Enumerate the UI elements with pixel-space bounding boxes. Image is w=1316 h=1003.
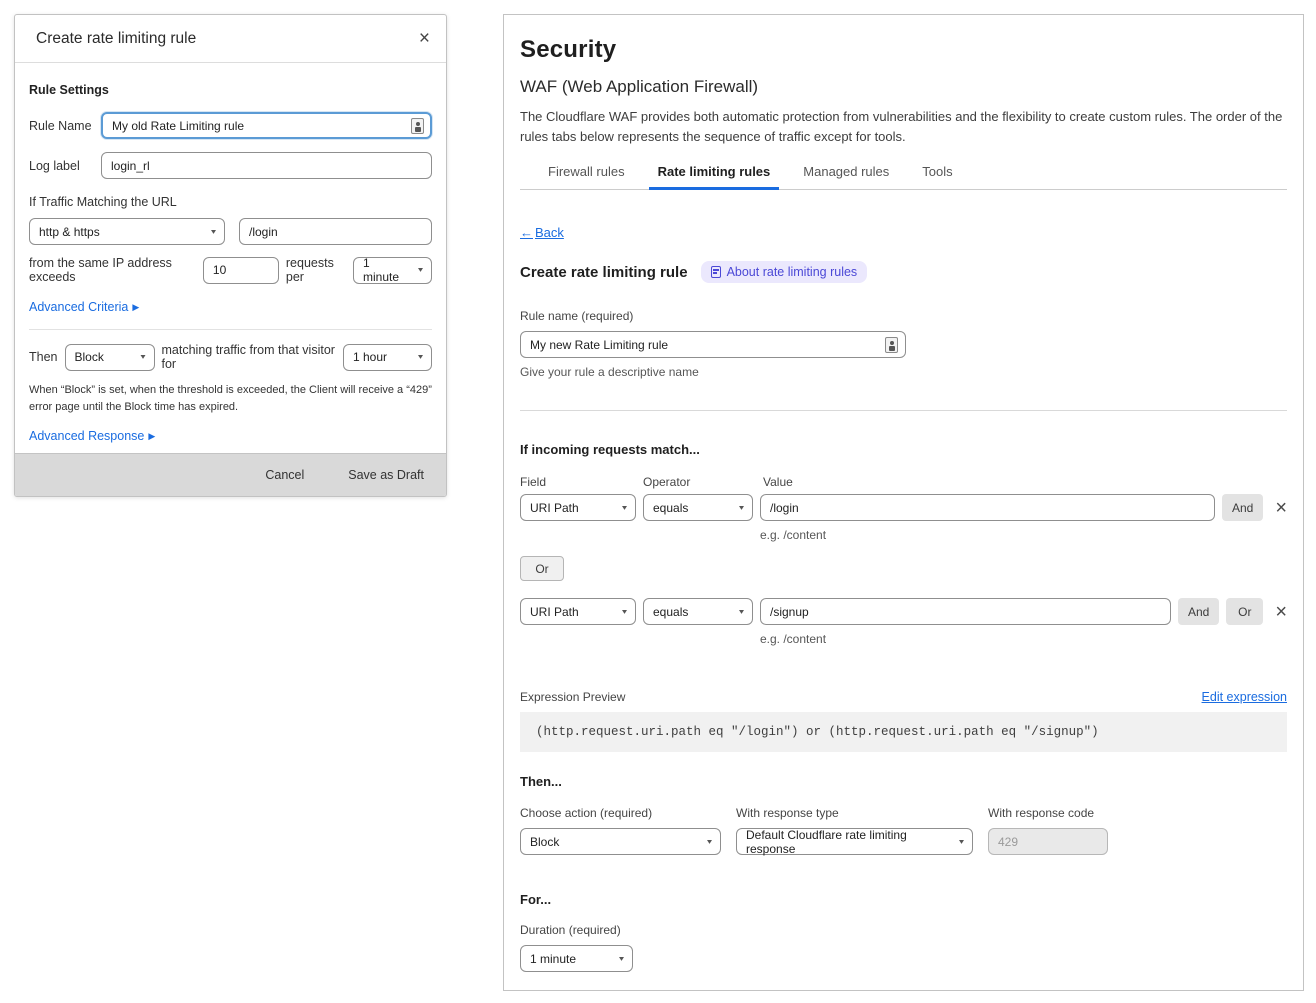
field-select[interactable]: URI Path ▾ (520, 494, 636, 521)
field-select[interactable]: URI Path ▾ (520, 598, 636, 625)
then-row: Then Block ▾ matching traffic from that … (29, 343, 432, 371)
period-select[interactable]: 1 minute ▾ (353, 257, 432, 284)
threshold-input[interactable] (203, 257, 279, 284)
match-heading: If incoming requests match... (520, 442, 1287, 457)
response-code-label: With response code (988, 806, 1108, 820)
threshold-row: from the same IP address exceeds request… (29, 256, 432, 284)
tab-firewall-rules[interactable]: Firewall rules (548, 164, 625, 189)
choose-action-label: Choose action (required) (520, 806, 721, 820)
chevron-down-icon: ▾ (418, 353, 423, 362)
back-arrow-icon: ← (520, 225, 533, 240)
response-type-label: With response type (736, 806, 973, 820)
modal-body: Rule Settings Rule Name Log label If Tra… (15, 83, 446, 490)
modal-footer: Cancel Save as Draft (15, 453, 446, 496)
operator-column-label: Operator (643, 475, 763, 489)
tabs-bar: Firewall rules Rate limiting rules Manag… (520, 164, 1287, 190)
response-type-select[interactable]: Default Cloudflare rate limiting respons… (736, 828, 973, 855)
or-connector-button[interactable]: Or (520, 556, 564, 581)
chevron-down-icon: ▾ (707, 837, 712, 846)
log-label-input[interactable] (101, 152, 432, 179)
value-hint: e.g. /content (760, 632, 1287, 646)
threshold-middle: requests per (286, 256, 346, 284)
action-select[interactable]: Block ▾ (65, 344, 155, 371)
create-rate-limit-modal: Create rate limiting rule × Rule Setting… (14, 14, 447, 497)
edit-expression-link[interactable]: Edit expression (1202, 690, 1287, 704)
modal-titlebar: Create rate limiting rule × (15, 15, 446, 63)
advanced-criteria-link[interactable]: Advanced Criteria ▶ (29, 300, 139, 314)
page-subtitle: WAF (Web Application Firewall) (520, 77, 1287, 97)
divider (29, 329, 432, 330)
expand-arrow-icon: ▶ (148, 431, 155, 442)
response-code-input (988, 828, 1108, 855)
then-middle-label: matching traffic from that visitor for (162, 343, 337, 371)
for-heading: For... (520, 892, 1287, 907)
then-heading: Then... (520, 774, 1287, 789)
form-title: Create rate limiting rule (520, 264, 688, 281)
chevron-down-icon: ▾ (418, 266, 423, 275)
tab-rate-limiting-rules[interactable]: Rate limiting rules (658, 164, 771, 189)
rule-name-row: Rule Name (29, 112, 432, 139)
expand-arrow-icon: ▶ (132, 302, 139, 313)
page-title: Security (520, 36, 1287, 64)
duration-label: Duration (required) (520, 923, 1287, 937)
chevron-down-icon: ▾ (739, 503, 744, 512)
scheme-select[interactable]: http & https ▾ (29, 218, 225, 245)
chevron-down-icon: ▾ (140, 353, 145, 362)
value-column-label: Value (763, 475, 793, 489)
tab-tools[interactable]: Tools (922, 164, 952, 189)
url-match-row: http & https ▾ (29, 218, 432, 245)
and-button[interactable]: And (1178, 598, 1219, 625)
block-note: When “Block” is set, when the threshold … (29, 382, 432, 415)
value-input[interactable] (760, 494, 1215, 521)
autofill-icon (885, 337, 898, 353)
tab-managed-rules[interactable]: Managed rules (803, 164, 889, 189)
waf-panel: Security WAF (Web Application Firewall) … (503, 14, 1304, 991)
advanced-response-link[interactable]: Advanced Response ▶ (29, 429, 155, 443)
rule-name-hint: Give your rule a descriptive name (520, 365, 1287, 379)
expression-preview-label: Expression Preview (520, 690, 625, 704)
remove-row-icon[interactable]: × (1275, 602, 1287, 622)
cancel-button[interactable]: Cancel (265, 468, 304, 482)
chevron-down-icon: ▾ (619, 954, 624, 963)
log-label-row: Log label (29, 152, 432, 179)
url-input[interactable] (239, 218, 432, 245)
rule-name-input[interactable] (101, 112, 432, 139)
log-label-label: Log label (29, 159, 101, 173)
chevron-down-icon: ▾ (622, 607, 627, 616)
about-rate-limiting-badge[interactable]: About rate limiting rules (701, 261, 868, 283)
match-row: URI Path ▾ equals ▾ And × (520, 494, 1287, 521)
traffic-match-heading: If Traffic Matching the URL (29, 195, 432, 209)
expression-code: (http.request.uri.path eq "/login") or (… (520, 712, 1287, 752)
field-column-label: Field (520, 475, 643, 489)
value-input[interactable] (760, 598, 1171, 625)
block-duration-select[interactable]: 1 hour ▾ (343, 344, 432, 371)
rule-settings-heading: Rule Settings (29, 83, 432, 97)
autofill-icon (411, 118, 424, 134)
remove-row-icon[interactable]: × (1275, 498, 1287, 518)
save-as-draft-button[interactable]: Save as Draft (348, 468, 424, 482)
operator-select[interactable]: equals ▾ (643, 598, 753, 625)
modal-title: Create rate limiting rule (36, 30, 196, 48)
back-link[interactable]: ← Back (520, 225, 564, 240)
rule-name-label: Rule name (required) (520, 309, 1287, 323)
chevron-down-icon: ▾ (739, 607, 744, 616)
page-description: The Cloudflare WAF provides both automat… (520, 107, 1287, 147)
chevron-down-icon: ▾ (622, 503, 627, 512)
then-label: Then (29, 350, 58, 364)
rule-name-input[interactable] (520, 331, 906, 358)
value-hint: e.g. /content (760, 528, 1287, 542)
rule-name-label: Rule Name (29, 119, 101, 133)
doc-icon (711, 266, 721, 278)
match-row: URI Path ▾ equals ▾ And Or × (520, 598, 1287, 625)
chevron-down-icon: ▾ (211, 227, 216, 236)
operator-select[interactable]: equals ▾ (643, 494, 753, 521)
close-icon[interactable]: × (419, 29, 430, 48)
or-button[interactable]: Or (1226, 598, 1263, 625)
choose-action-select[interactable]: Block ▾ (520, 828, 721, 855)
chevron-down-icon: ▾ (959, 837, 964, 846)
divider (520, 410, 1287, 411)
threshold-prefix: from the same IP address exceeds (29, 256, 196, 284)
and-button[interactable]: And (1222, 494, 1263, 521)
duration-select[interactable]: 1 minute ▾ (520, 945, 633, 972)
